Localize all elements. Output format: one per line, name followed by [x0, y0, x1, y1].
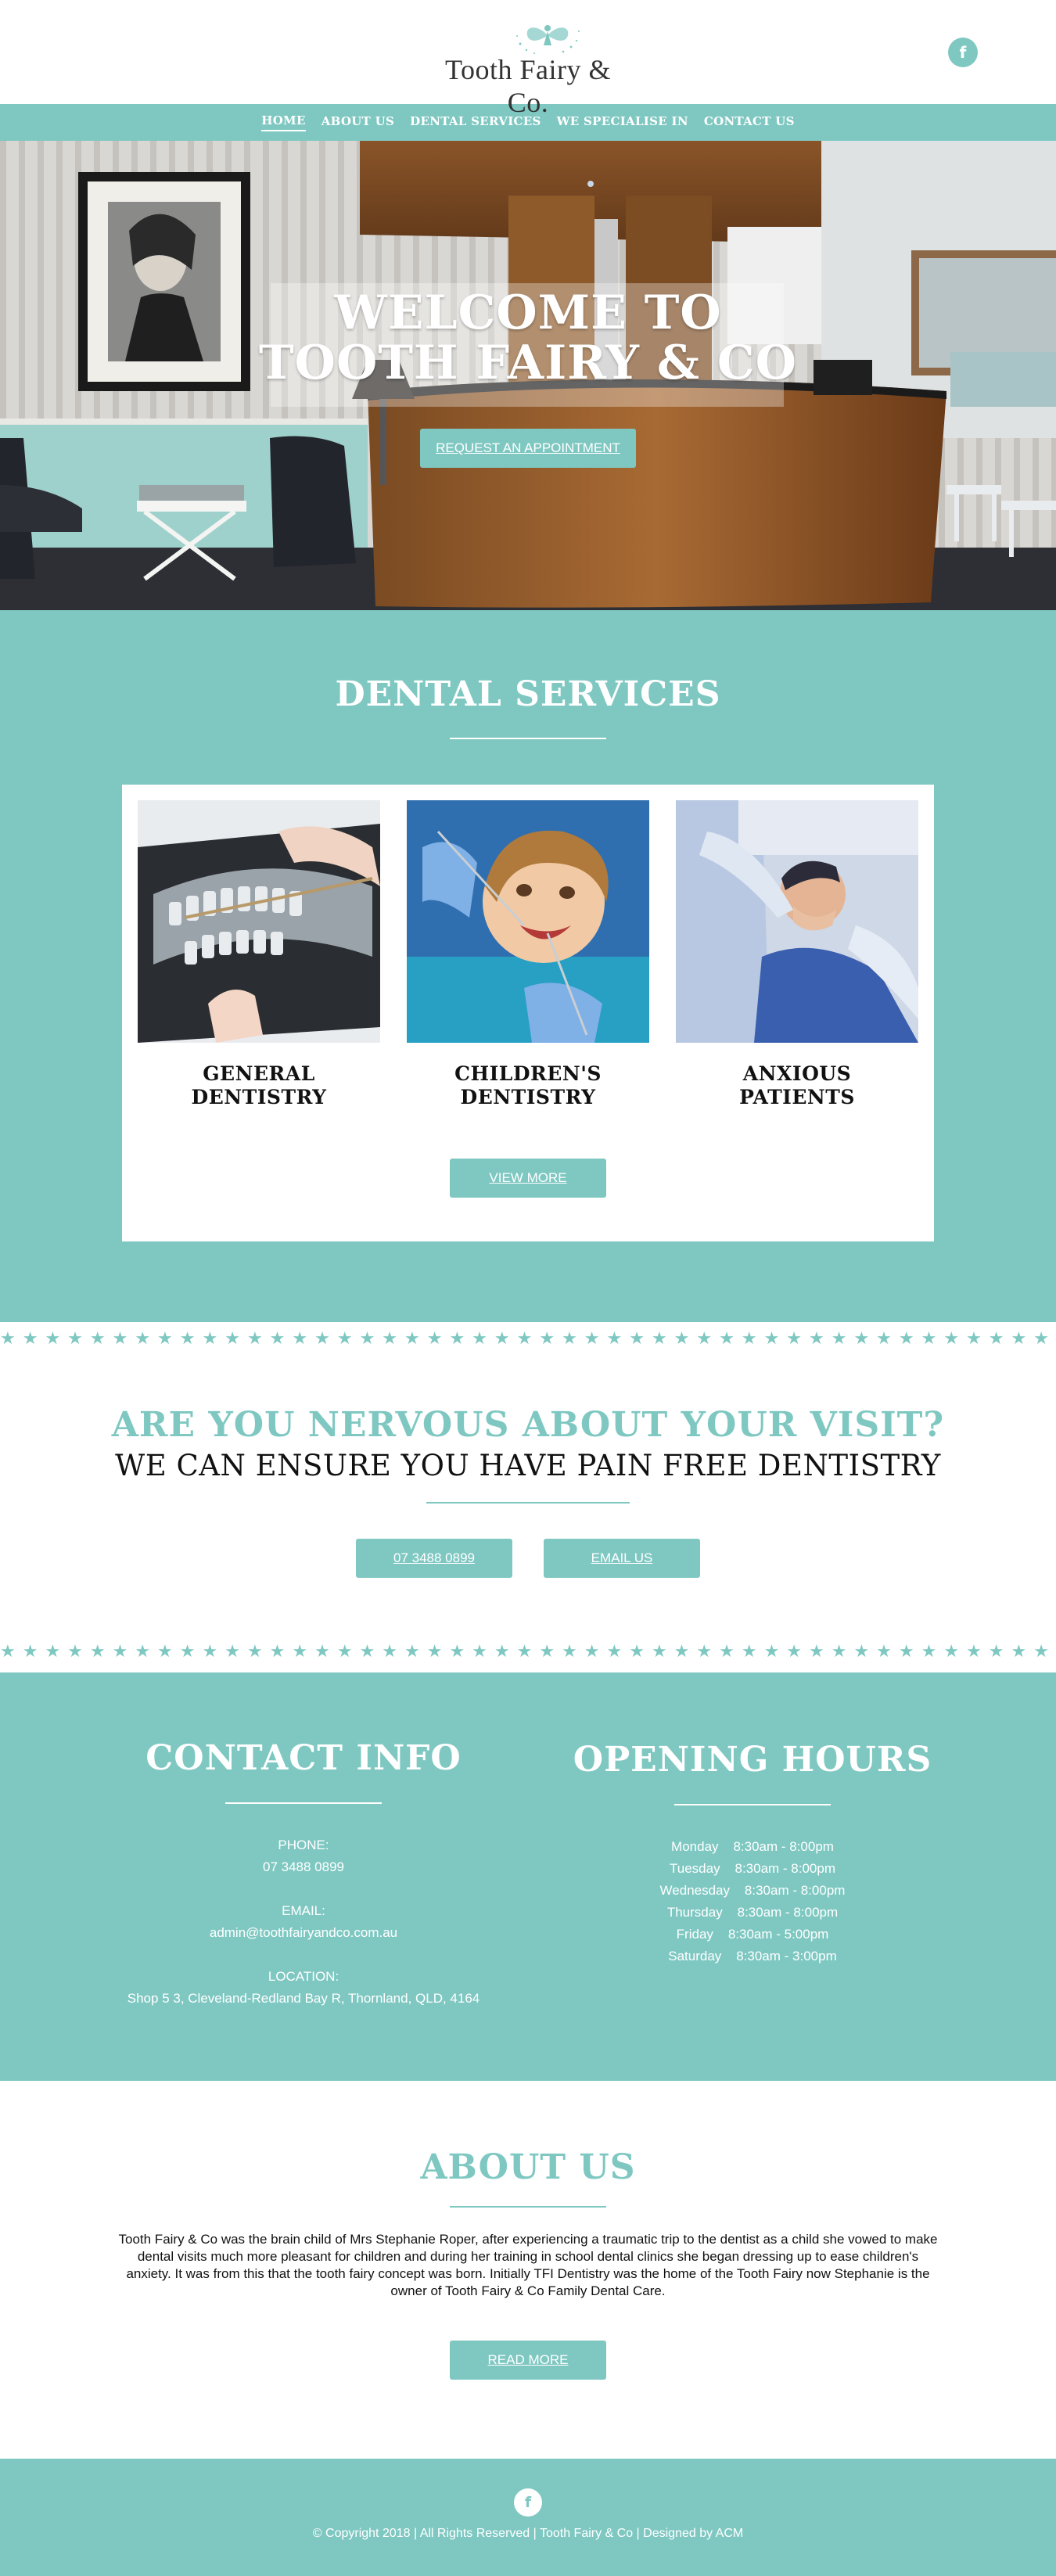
hours-row-wednesday: Wednesday 8:30am - 8:00pm	[533, 1880, 972, 1902]
email-value[interactable]: admin@toothfairyandco.com.au	[84, 1922, 523, 1944]
read-more-button[interactable]: READ MORE	[450, 2341, 606, 2380]
service-name-line1: GENERAL	[203, 1062, 315, 1085]
contact-details: PHONE: 07 3488 0899 EMAIL: admin@toothfa…	[84, 1834, 523, 2010]
about-us-title: ABOUT US	[420, 2147, 636, 2187]
hero-title-line1: WELCOME TO	[334, 286, 722, 340]
nervous-subtitle: WE CAN ENSURE YOU HAVE PAIN FREE DENTIST…	[115, 1449, 941, 1482]
nav-item-contact-us[interactable]: CONTACT US	[704, 114, 795, 131]
phone-value[interactable]: 07 3488 0899	[84, 1856, 523, 1878]
service-general-dentistry[interactable]: GENERAL DENTISTRY	[138, 1062, 380, 1109]
copyright-text: © Copyright 2018 | All Rights Reserved |…	[312, 2527, 744, 2540]
facebook-icon[interactable]: f	[948, 38, 978, 67]
hours-row-tuesday: Tuesday 8:30am - 8:00pm	[533, 1858, 972, 1880]
view-more-button[interactable]: VIEW MORE	[450, 1159, 606, 1198]
nervous-divider	[426, 1502, 630, 1504]
x-ray-photo	[138, 800, 380, 1043]
contact-info-title: CONTACT INFO	[145, 1738, 462, 1778]
hours-day: Wednesday	[659, 1883, 731, 1898]
services-title-divider	[450, 738, 606, 739]
hours-day: Monday	[671, 1839, 719, 1854]
hours-divider	[674, 1804, 831, 1805]
nervous-title: ARE YOU NERVOUS ABOUT YOUR VISIT?	[111, 1405, 945, 1445]
phone-label: PHONE:	[278, 1838, 329, 1852]
service-childrens-dentistry[interactable]: CHILDREN'S DENTISTRY	[407, 1062, 649, 1109]
site-logo[interactable]: Tooth Fairy & Co.	[438, 16, 618, 118]
hours-row-monday: Monday 8:30am - 8:00pm	[533, 1836, 972, 1858]
nav-item-home[interactable]: HOME	[261, 113, 306, 131]
service-image-children[interactable]	[407, 800, 649, 1043]
hours-day: Saturday	[668, 1949, 722, 1963]
hours-row-thursday: Thursday 8:30am - 8:00pm	[533, 1902, 972, 1924]
hours-day: Friday	[676, 1927, 713, 1942]
hours-day: Thursday	[666, 1905, 723, 1920]
site-footer: f © Copyright 2018 | All Rights Reserved…	[0, 2459, 1056, 2576]
hours-day: Tuesday	[670, 1861, 720, 1876]
services-card: GENERAL DENTISTRY CHILDREN'S DENTISTRY A…	[122, 785, 934, 1241]
contact-hours-section: CONTACT INFO PHONE: 07 3488 0899 EMAIL: …	[0, 1672, 1056, 2081]
hours-time: 8:30am - 3:00pm	[736, 1949, 837, 1963]
hours-row-friday: Friday 8:30am - 5:00pm	[533, 1924, 972, 1945]
site-header: Tooth Fairy & Co. f	[0, 0, 1056, 118]
service-name-line1: ANXIOUS	[742, 1062, 852, 1085]
about-divider	[450, 2206, 606, 2208]
star-divider-bottom: ★★★★★★★★★★★★★★★★★★★★★★★★★★★★★★★★★★★★★★★★…	[0, 1642, 1056, 1662]
location-label: LOCATION:	[268, 1969, 339, 1984]
hours-time: 8:30am - 5:00pm	[727, 1927, 829, 1942]
service-image-anxious[interactable]	[676, 800, 918, 1043]
hours-time: 8:30am - 8:00pm	[737, 1905, 839, 1920]
nav-item-about-us[interactable]: ABOUT US	[321, 114, 394, 131]
call-phone-button[interactable]: 07 3488 0899	[356, 1539, 512, 1578]
child-patient-photo	[407, 800, 649, 1043]
request-appointment-button[interactable]: REQUEST AN APPOINTMENT	[420, 429, 636, 468]
about-us-text: Tooth Fairy & Co was the brain child of …	[118, 2232, 938, 2298]
hero-title: WELCOME TO TOOTH FAIRY & CO	[235, 288, 821, 388]
hours-list: Monday 8:30am - 8:00pm Tuesday 8:30am - …	[533, 1836, 972, 1967]
contact-divider	[225, 1802, 382, 1804]
hero-title-line2: TOOTH FAIRY & CO	[259, 336, 797, 390]
hours-time: 8:30am - 8:00pm	[733, 1839, 834, 1854]
hours-time: 8:30am - 8:00pm	[744, 1883, 846, 1898]
service-name-line2: DENTISTRY	[191, 1086, 327, 1108]
services-title: DENTAL SERVICES	[335, 674, 721, 714]
service-anxious-patients[interactable]: ANXIOUS PATIENTS	[676, 1062, 918, 1109]
hero-banner: WELCOME TO TOOTH FAIRY & CO REQUEST AN A…	[0, 141, 1056, 610]
opening-hours-title: OPENING HOURS	[573, 1740, 932, 1780]
hours-time: 8:30am - 8:00pm	[735, 1861, 835, 1876]
service-name-line1: CHILDREN'S	[454, 1062, 602, 1085]
logo-text: Tooth Fairy & Co.	[445, 54, 611, 118]
service-name-line2: DENTISTRY	[460, 1086, 596, 1108]
star-divider-top: ★★★★★★★★★★★★★★★★★★★★★★★★★★★★★★★★★★★★★★★★…	[0, 1329, 1056, 1349]
email-us-button[interactable]: EMAIL US	[544, 1539, 700, 1578]
hours-row-saturday: Saturday 8:30am - 3:00pm	[533, 1945, 972, 1967]
location-value: Shop 5 3, Cleveland-Redland Bay R, Thorn…	[127, 1991, 480, 2006]
service-image-general[interactable]	[138, 800, 380, 1043]
email-label: EMAIL:	[282, 1903, 325, 1918]
anxious-patient-photo	[676, 800, 918, 1043]
service-name-line2: PATIENTS	[739, 1086, 855, 1108]
facebook-icon[interactable]: f	[514, 2488, 542, 2517]
